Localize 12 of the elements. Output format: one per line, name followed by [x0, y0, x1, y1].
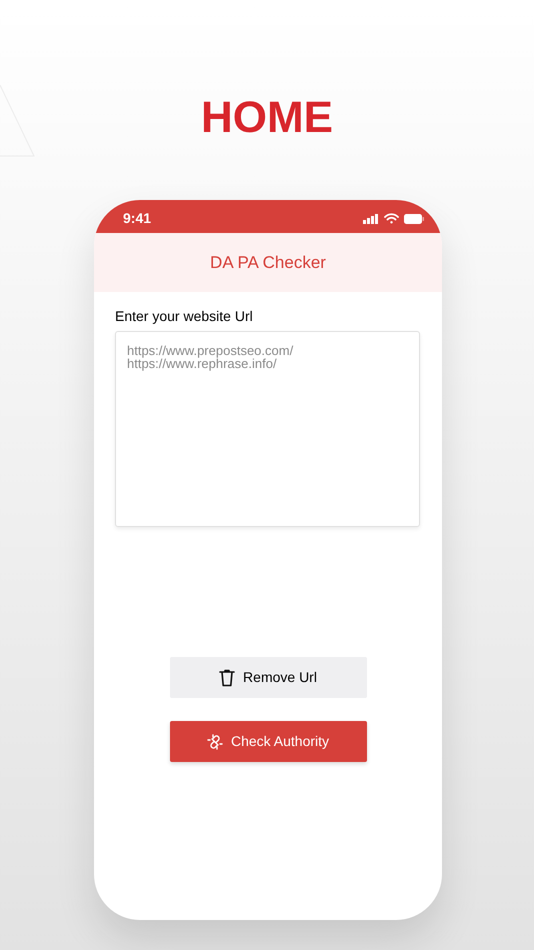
- wifi-icon: [384, 213, 399, 224]
- trash-icon: [219, 668, 236, 686]
- signal-icon: [363, 214, 379, 224]
- battery-icon: [404, 214, 424, 224]
- remove-url-button[interactable]: Remove Url: [170, 657, 366, 698]
- app-title: DA PA Checker: [210, 252, 326, 274]
- page-title: HOME: [201, 92, 333, 144]
- url-input-field[interactable]: https://www.prepostseo.com/ https://www.rephrase.info/: [115, 331, 420, 527]
- status-time: 9:41: [123, 209, 152, 228]
- broken-link-icon: [206, 734, 223, 750]
- field-label: Enter your website Url: [115, 307, 254, 325]
- check-authority-button[interactable]: Check Authority: [170, 721, 366, 762]
